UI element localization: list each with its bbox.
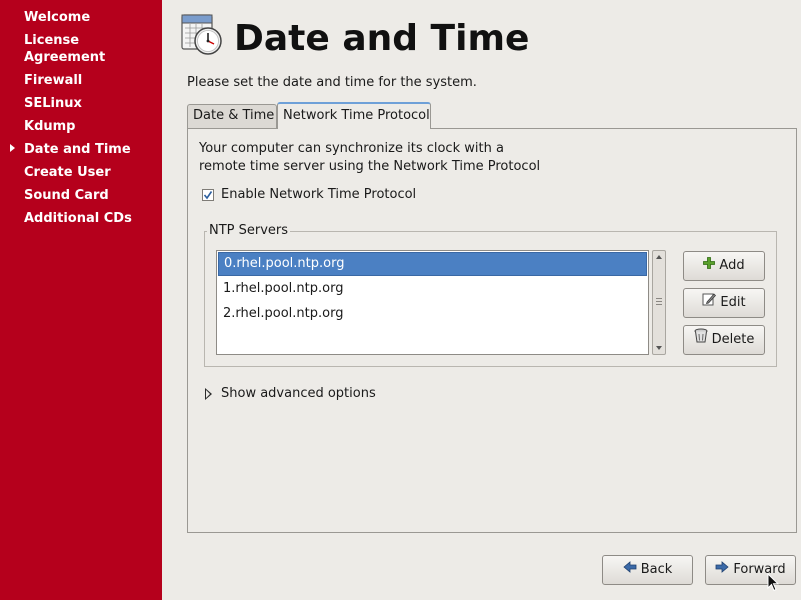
ntp-description: Your computer can synchronize its clock … <box>199 140 599 176</box>
add-server-button[interactable]: Add <box>683 251 765 281</box>
calendar-clock-icon <box>180 11 224 57</box>
sidebar-item-firewall: Firewall <box>24 73 83 88</box>
plus-icon <box>703 252 716 280</box>
sidebar-item-create-user: Create User <box>24 165 111 180</box>
sidebar: Welcome License Agreement Firewall SELin… <box>0 0 162 600</box>
edit-label: Edit <box>720 295 746 310</box>
ntp-description-line-2: remote time server using the Network Tim… <box>199 159 541 174</box>
scroll-grip-icon <box>656 298 662 305</box>
forward-button[interactable]: Forward <box>705 555 796 585</box>
arrow-right-icon <box>715 556 729 584</box>
page-subtitle: Please set the date and time for the sys… <box>187 75 477 90</box>
sidebar-item-date-and-time: Date and Time <box>24 142 131 157</box>
tab-date-and-time[interactable]: Date & Time <box>187 104 277 128</box>
arrow-left-icon <box>623 556 637 584</box>
ntp-servers-label: NTP Servers <box>207 223 291 238</box>
show-advanced-options[interactable]: Show advanced options <box>221 386 376 401</box>
sidebar-item-welcome: Welcome <box>24 10 91 25</box>
current-step-arrow-icon <box>10 144 15 152</box>
edit-icon <box>702 289 717 317</box>
ntp-server-list[interactable]: 0.rhel.pool.ntp.org 1.rhel.pool.ntp.org … <box>216 250 649 355</box>
delete-label: Delete <box>711 332 755 347</box>
trash-icon <box>694 326 708 354</box>
sidebar-item-kdump: Kdump <box>24 119 76 134</box>
back-label: Back <box>640 562 673 577</box>
checkmark-icon <box>203 191 213 200</box>
sidebar-item-selinux: SELinux <box>24 96 82 111</box>
page-title: Date and Time <box>234 18 530 59</box>
ntp-server-row[interactable]: 0.rhel.pool.ntp.org <box>218 252 647 276</box>
back-button[interactable]: Back <box>602 555 693 585</box>
delete-server-button[interactable]: Delete <box>683 325 765 355</box>
tab-network-time-protocol-label: Network Time Protocol <box>283 108 430 123</box>
tab-date-and-time-label: Date & Time <box>193 108 275 123</box>
sidebar-item-sound-card: Sound Card <box>24 188 109 203</box>
enable-ntp-checkbox[interactable] <box>202 189 214 201</box>
mouse-pointer-icon <box>767 572 780 596</box>
enable-ntp-label[interactable]: Enable Network Time Protocol <box>221 187 416 202</box>
sidebar-item-license-agreement: License Agreement <box>24 33 106 65</box>
ntp-description-line-1: Your computer can synchronize its clock … <box>199 141 504 156</box>
add-label: Add <box>719 258 745 273</box>
expander-arrow-icon[interactable] <box>205 388 212 400</box>
edit-server-button[interactable]: Edit <box>683 288 765 318</box>
scroll-up-arrow-icon[interactable] <box>656 255 662 259</box>
ntp-server-row[interactable]: 1.rhel.pool.ntp.org <box>218 277 647 301</box>
ntp-server-row[interactable]: 2.rhel.pool.ntp.org <box>218 302 647 326</box>
sidebar-item-additional-cds: Additional CDs <box>24 211 132 226</box>
tab-network-time-protocol[interactable]: Network Time Protocol <box>277 102 431 129</box>
server-list-scrollbar[interactable] <box>652 250 666 355</box>
scroll-down-arrow-icon[interactable] <box>656 346 662 350</box>
